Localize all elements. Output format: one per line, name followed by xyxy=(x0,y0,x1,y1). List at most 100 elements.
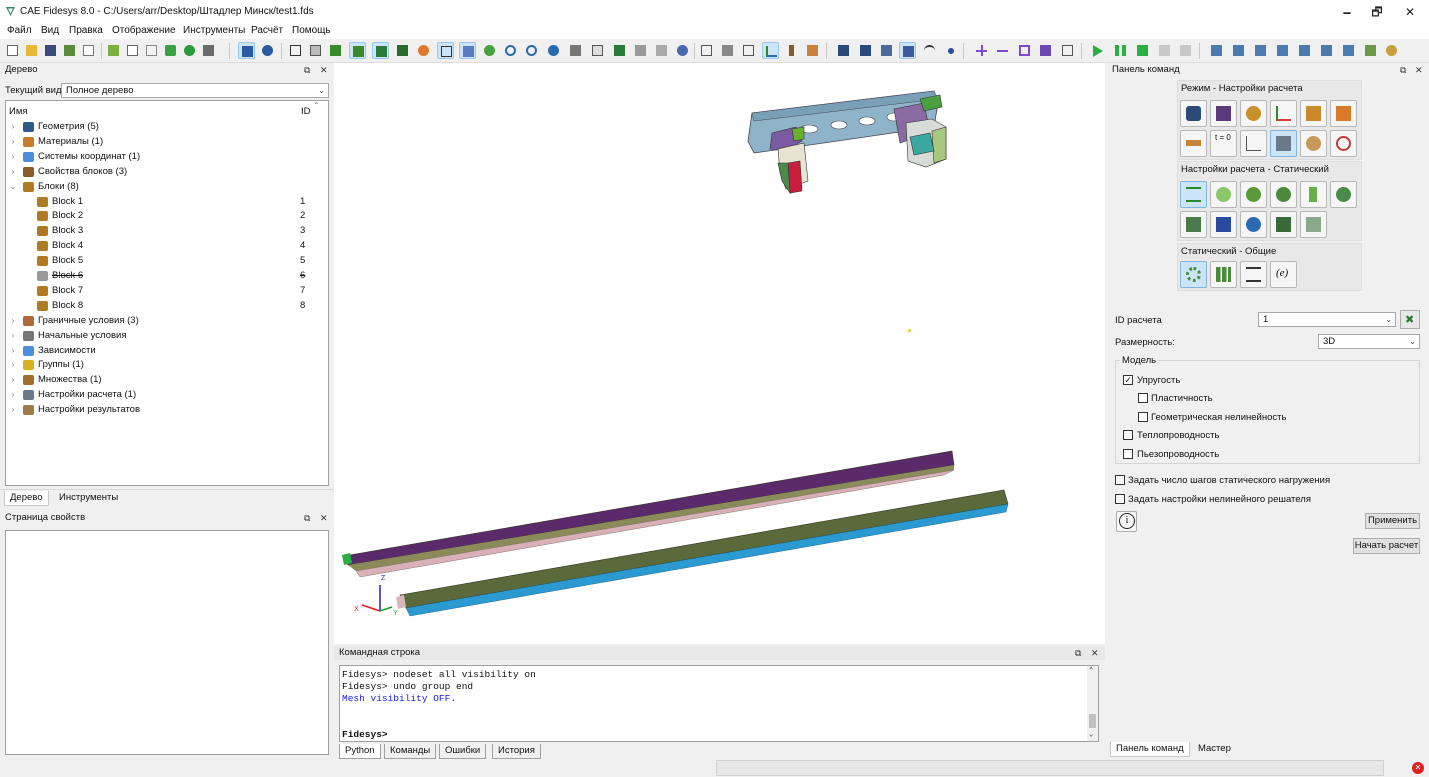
minimize-button[interactable]: 🗕 xyxy=(1339,4,1355,20)
chevron-right-icon[interactable]: › xyxy=(9,388,17,402)
select-grid-button[interactable] xyxy=(1059,42,1076,59)
select-surface-button[interactable] xyxy=(878,42,895,59)
tab-tree[interactable]: Дерево xyxy=(4,491,49,506)
tree-item-block[interactable]: Block 5 5 xyxy=(6,254,326,269)
tab-history[interactable]: История xyxy=(492,744,541,759)
menu-calculation[interactable]: Расчёт xyxy=(251,25,283,36)
tab-master[interactable]: Мастер xyxy=(1193,742,1236,757)
chevron-down-icon[interactable]: ⌄ xyxy=(9,180,17,194)
tree-item[interactable]: › Зависимости xyxy=(6,344,326,359)
mode-bc-button[interactable] xyxy=(1180,130,1207,157)
results-3-button[interactable] xyxy=(1252,42,1269,59)
zoom-in-button[interactable] xyxy=(502,42,519,59)
tree-item[interactable]: › Настройки результатов xyxy=(6,403,326,418)
run-script-button[interactable] xyxy=(162,42,179,59)
view-iso-button[interactable] xyxy=(567,42,584,59)
mesh-button[interactable] xyxy=(394,42,411,59)
tree-item-block[interactable]: Block 4 4 xyxy=(6,239,326,254)
command-scrollbar[interactable]: ⌃ ⌄ xyxy=(1087,666,1098,741)
tree-item-block[interactable]: Block 3 3 xyxy=(6,224,326,239)
mode-blocks-button[interactable] xyxy=(1330,100,1357,127)
model-tree[interactable]: Имя ID ⌃ › Геометрия (5) › Материалы (1) › Си… xyxy=(5,100,329,486)
tree-item[interactable]: › Настройки расчета (1) xyxy=(6,388,326,403)
window-button[interactable] xyxy=(459,42,476,59)
tree-item-block[interactable]: Block 2 2 xyxy=(6,209,326,224)
close-icon[interactable]: ✕ xyxy=(1415,63,1423,77)
view-sphere-button[interactable] xyxy=(545,42,562,59)
select-element-button[interactable] xyxy=(1037,42,1054,59)
property-page[interactable] xyxy=(5,530,329,755)
static-general-button[interactable] xyxy=(1180,181,1207,208)
results-1-button[interactable] xyxy=(1208,42,1225,59)
float-icon[interactable]: ⧉ xyxy=(1400,63,1406,77)
pause-calc-button[interactable] xyxy=(1112,42,1129,59)
select-edge-button[interactable] xyxy=(994,42,1011,59)
mode-geometry-button[interactable] xyxy=(1180,100,1207,127)
tree-item[interactable]: › Материалы (1) xyxy=(6,135,326,150)
chevron-right-icon[interactable]: › xyxy=(9,120,17,134)
static-output-button[interactable] xyxy=(1180,211,1207,238)
mode-dependency-button[interactable] xyxy=(1240,130,1267,157)
static-nonlinear-button[interactable] xyxy=(1240,181,1267,208)
tree-item[interactable]: › Множества (1) xyxy=(6,373,326,388)
tab-commands[interactable]: Команды xyxy=(384,744,437,759)
static-fracture-button[interactable] xyxy=(1330,181,1357,208)
static-plasticity-button[interactable] xyxy=(1270,181,1297,208)
annotation-button[interactable] xyxy=(804,42,821,59)
record-button[interactable] xyxy=(181,42,198,59)
mode-run-button[interactable] xyxy=(1300,130,1327,157)
tree-item[interactable]: › Системы координат (1) xyxy=(6,150,326,165)
chevron-right-icon[interactable]: › xyxy=(9,165,17,179)
general-params-button[interactable] xyxy=(1240,261,1267,288)
chevron-up-icon[interactable]: ⌃ xyxy=(1089,666,1093,675)
hidden-line-button[interactable] xyxy=(307,42,324,59)
plasticity-checkbox[interactable] xyxy=(1138,393,1148,403)
general-gear-button[interactable] xyxy=(1180,261,1207,288)
new-file-button[interactable] xyxy=(4,42,21,59)
view-right-button[interactable] xyxy=(653,42,670,59)
current-view-select[interactable]: Полное дерево ⌄ xyxy=(61,83,329,98)
tree-item-block[interactable]: Block 1 1 xyxy=(6,195,326,210)
zoom-out-button[interactable] xyxy=(523,42,540,59)
dimension-select[interactable]: 3D ⌄ xyxy=(1318,334,1420,349)
static-elements-button[interactable] xyxy=(1270,211,1297,238)
chevron-right-icon[interactable]: › xyxy=(9,373,17,387)
people-button[interactable] xyxy=(415,42,432,59)
help-button[interactable] xyxy=(1383,42,1400,59)
mode-block-button[interactable] xyxy=(1300,100,1327,127)
undo-toggle-button[interactable] xyxy=(238,42,255,59)
static-nodes-button[interactable] xyxy=(1300,211,1327,238)
chevron-right-icon[interactable]: › xyxy=(9,329,17,343)
float-icon[interactable]: ⧉ xyxy=(1075,646,1081,660)
results-8-button[interactable] xyxy=(1362,42,1379,59)
general-steps-button[interactable] xyxy=(1210,261,1237,288)
save-as-button[interactable] xyxy=(61,42,78,59)
menu-display[interactable]: Отображение xyxy=(112,25,176,36)
view-back-button[interactable] xyxy=(611,42,628,59)
command-output[interactable]: Fidesys> nodeset all visibility on Fides… xyxy=(339,665,1099,742)
chevron-right-icon[interactable]: › xyxy=(9,344,17,358)
chevron-right-icon[interactable]: › xyxy=(9,135,17,149)
import-button[interactable] xyxy=(105,42,122,59)
journal-button[interactable] xyxy=(143,42,160,59)
select-vertex-button[interactable] xyxy=(942,42,959,59)
maximize-button[interactable]: 🗗 xyxy=(1369,4,1385,20)
mode-mesh-button[interactable] xyxy=(1210,100,1237,127)
measure-button[interactable] xyxy=(740,42,757,59)
mode-coords-button[interactable] xyxy=(1270,100,1297,127)
nonlinear-solver-checkbox[interactable] xyxy=(1115,494,1125,504)
calc-option-1-button[interactable] xyxy=(1156,42,1173,59)
chevron-down-icon[interactable]: ⌄ xyxy=(1089,730,1093,739)
chevron-right-icon[interactable]: › xyxy=(9,314,17,328)
tree-item[interactable]: › Свойства блоков (3) xyxy=(6,165,326,180)
section-button[interactable] xyxy=(719,42,736,59)
mode-material-button[interactable] xyxy=(1240,100,1267,127)
probe-button[interactable] xyxy=(783,42,800,59)
menu-help[interactable]: Помощь xyxy=(292,25,331,36)
shaded-edges-button[interactable] xyxy=(349,42,366,59)
mode-initial-button[interactable]: t = 0 xyxy=(1210,130,1237,157)
start-calc-panel-button[interactable]: Начать расчет xyxy=(1353,538,1420,554)
close-icon[interactable]: ✕ xyxy=(1091,646,1099,660)
select-face-button[interactable] xyxy=(899,42,916,59)
scrollbar-thumb[interactable] xyxy=(1089,714,1096,728)
